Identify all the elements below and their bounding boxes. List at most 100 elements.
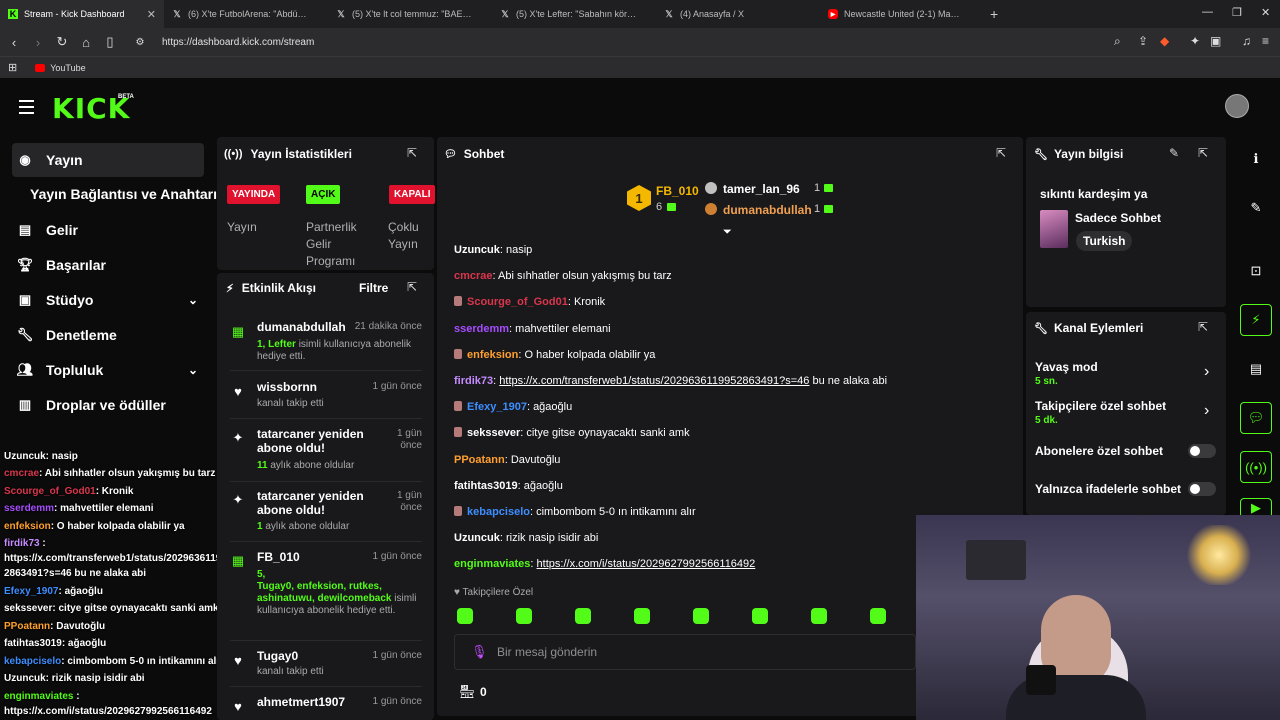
sidebar-item-studyo[interactable]: ▣ Stüdyo ⌄ bbox=[12, 283, 204, 317]
sidebar-item-basarilar[interactable]: 🏆︎ Başarılar bbox=[12, 248, 204, 282]
chat-username[interactable]: fatihtas3019 bbox=[454, 480, 518, 492]
chat-username[interactable]: kebapciselo bbox=[467, 506, 530, 518]
extensions-icon[interactable]: ✦ bbox=[1190, 34, 1200, 48]
sidebar-item-topluluk[interactable]: 👥︎ Topluluk ⌄ bbox=[12, 353, 204, 387]
slow-mode-label[interactable]: Yavaş mod bbox=[1035, 360, 1098, 374]
expand-icon[interactable]: ⇱ bbox=[1198, 146, 1208, 160]
back-icon[interactable]: ‹ bbox=[4, 35, 24, 50]
chevron-down-icon[interactable]: ⌄ bbox=[188, 293, 198, 307]
edit-icon[interactable]: ✎ bbox=[1240, 192, 1272, 224]
chat-link[interactable]: https://x.com/transferweb1/status/202963… bbox=[499, 375, 809, 387]
media-icon[interactable]: ♫ bbox=[1242, 34, 1251, 48]
info-icon[interactable]: ℹ bbox=[1240, 143, 1272, 175]
expand-icon[interactable]: ⇱ bbox=[407, 280, 417, 294]
chat-link[interactable]: https://x.com/i/status/20296279925661164… bbox=[537, 558, 756, 570]
category-name[interactable]: Sadece Sohbet bbox=[1075, 211, 1161, 225]
overlay-chat-user: Scourge_of_God01 bbox=[4, 486, 96, 497]
chat-username[interactable]: Uzuncuk bbox=[454, 244, 500, 256]
activity-name[interactable]: ahmetmert1907 bbox=[257, 695, 345, 709]
emote-icon[interactable] bbox=[575, 608, 591, 624]
browser-tab[interactable]: 𝕏 (6) X'te FutbolArena: "Abdülkadir Öm bbox=[164, 0, 328, 28]
activity-name[interactable]: wissbornn bbox=[257, 380, 317, 394]
activity-name[interactable]: Tugay0 bbox=[257, 649, 298, 663]
maximize-icon[interactable]: ❐ bbox=[1232, 6, 1242, 19]
sidebar-item-gelir[interactable]: ▤ Gelir bbox=[12, 213, 204, 247]
lightning-icon[interactable]: ⚡︎ bbox=[1240, 304, 1272, 336]
sidebar-item-denetleme[interactable]: 🔧︎ Denetleme bbox=[12, 318, 204, 352]
activity-name[interactable]: tatarcaner yeniden abone oldu! bbox=[257, 427, 382, 455]
chevron-right-icon[interactable]: › bbox=[1204, 363, 1209, 381]
bookmark-icon[interactable]: ▯ bbox=[100, 34, 120, 50]
document-icon[interactable]: ▤ bbox=[1240, 353, 1272, 385]
browser-tab[interactable]: ▶ Newcastle United (2-1) Manchester bbox=[820, 0, 984, 28]
chat-username[interactable]: PPoatann bbox=[454, 454, 505, 466]
reload-icon[interactable]: ↻ bbox=[52, 34, 72, 50]
zoom-icon[interactable]: ⌕ bbox=[1114, 34, 1121, 49]
chat-input[interactable]: 🎙︎ Bir mesaj gönderin bbox=[454, 634, 916, 670]
emote-icon[interactable] bbox=[752, 608, 768, 624]
filter-button[interactable]: Filtre bbox=[359, 281, 388, 295]
chat-message: Efexy_1907: ağaoğlu bbox=[454, 401, 572, 413]
chat-username[interactable]: Scourge_of_God01 bbox=[467, 296, 568, 308]
url-field[interactable]: https://dashboard.kick.com/stream bbox=[162, 37, 314, 48]
emote-icon[interactable] bbox=[516, 608, 532, 624]
chevron-right-icon[interactable]: › bbox=[1204, 402, 1209, 420]
sidebar-item-droplar[interactable]: ▥ Droplar ve ödüller bbox=[12, 388, 204, 422]
chat-username[interactable]: enginmaviates bbox=[454, 558, 530, 570]
followers-chat-label[interactable]: Takipçilere özel sohbet bbox=[1035, 399, 1166, 413]
wallet-icon[interactable]: ▣ bbox=[1210, 34, 1221, 48]
emote-icon[interactable] bbox=[811, 608, 827, 624]
brave-shield-icon[interactable]: ◆ bbox=[1160, 34, 1169, 48]
emote-icon[interactable] bbox=[634, 608, 650, 624]
chat-bubble-icon[interactable]: 💬︎ bbox=[1240, 402, 1272, 434]
activity-name[interactable]: FB_010 bbox=[257, 550, 300, 564]
window-close-icon[interactable]: ✕ bbox=[1261, 6, 1270, 19]
activity-name[interactable]: tatarcaner yeniden abone oldu! bbox=[257, 489, 382, 517]
chat-username[interactable]: Uzuncuk bbox=[454, 532, 500, 544]
forward-icon[interactable]: › bbox=[28, 35, 48, 50]
edit-icon[interactable]: ✎ bbox=[1169, 146, 1179, 160]
browser-tab[interactable]: 𝕏 (5) X'te lt col temmuz: "BAE'nin önem bbox=[328, 0, 492, 28]
chat-username[interactable]: sserdemm bbox=[454, 323, 509, 335]
minimize-icon[interactable]: — bbox=[1202, 6, 1213, 18]
chevron-down-icon[interactable]: ⌄ bbox=[188, 363, 198, 377]
leader-third-name[interactable]: dumanabdullah bbox=[723, 203, 812, 217]
expand-icon[interactable]: ⇱ bbox=[996, 146, 1006, 160]
expand-icon[interactable]: ⇱ bbox=[407, 146, 417, 160]
chat-username[interactable]: enfeksion bbox=[467, 349, 518, 361]
emote-icon[interactable] bbox=[870, 608, 886, 624]
browser-tab[interactable]: K Stream - Kick Dashboard ✕ bbox=[0, 0, 164, 28]
chat-username[interactable]: cmcrae bbox=[454, 270, 493, 282]
screenshot-icon[interactable]: ⊡ bbox=[1240, 255, 1272, 287]
close-icon[interactable]: ✕ bbox=[147, 8, 156, 21]
chat-username[interactable]: firdik73 bbox=[454, 375, 493, 387]
share-icon[interactable]: ⇪ bbox=[1138, 34, 1148, 48]
subscribers-chat-toggle[interactable] bbox=[1188, 444, 1216, 458]
site-settings-icon[interactable]: ⚙ bbox=[130, 37, 150, 48]
chat-username[interactable]: sekssever bbox=[467, 427, 520, 439]
chat-username[interactable]: Efexy_1907 bbox=[467, 401, 527, 413]
collapse-icon[interactable]: ⏷ bbox=[723, 226, 732, 239]
emote-only-toggle[interactable] bbox=[1188, 482, 1216, 496]
sidebar-item-yayin[interactable]: ◉ Yayın bbox=[12, 143, 204, 177]
leader-second-name[interactable]: tamer_lan_96 bbox=[723, 182, 800, 196]
microphone-icon[interactable]: 🎙︎ bbox=[471, 644, 488, 660]
hamburger-menu-icon[interactable] bbox=[19, 100, 34, 118]
sidebar-sub-link[interactable]: Yayın Bağlantısı ve Anahtarı bbox=[30, 186, 217, 202]
leader-first-name[interactable]: FB_010 bbox=[656, 184, 699, 198]
menu-icon[interactable]: ≡ bbox=[1262, 34, 1269, 48]
emote-icon[interactable] bbox=[693, 608, 709, 624]
browser-tab[interactable]: 𝕏 (4) Anasayfa / X bbox=[656, 0, 820, 28]
activity-name[interactable]: dumanabdullah bbox=[257, 320, 346, 334]
home-icon[interactable]: ⌂ bbox=[76, 35, 96, 50]
broadcast-icon[interactable]: ((•)) bbox=[1240, 451, 1272, 483]
browser-tab[interactable]: 𝕏 (5) X'te Lefter: "Sabahın körü... Ve b… bbox=[492, 0, 656, 28]
new-tab-button[interactable]: + bbox=[990, 6, 998, 22]
bookmark-youtube[interactable]: YouTube bbox=[50, 63, 85, 73]
emote-icon[interactable] bbox=[457, 608, 473, 624]
store-icon[interactable]: 🏪︎ bbox=[459, 684, 476, 700]
expand-icon[interactable]: ⇱ bbox=[1198, 320, 1208, 334]
overlay-chat-user: sserdemm bbox=[4, 503, 55, 514]
avatar[interactable] bbox=[1225, 94, 1249, 118]
apps-grid-icon[interactable]: ⊞ bbox=[8, 61, 17, 74]
